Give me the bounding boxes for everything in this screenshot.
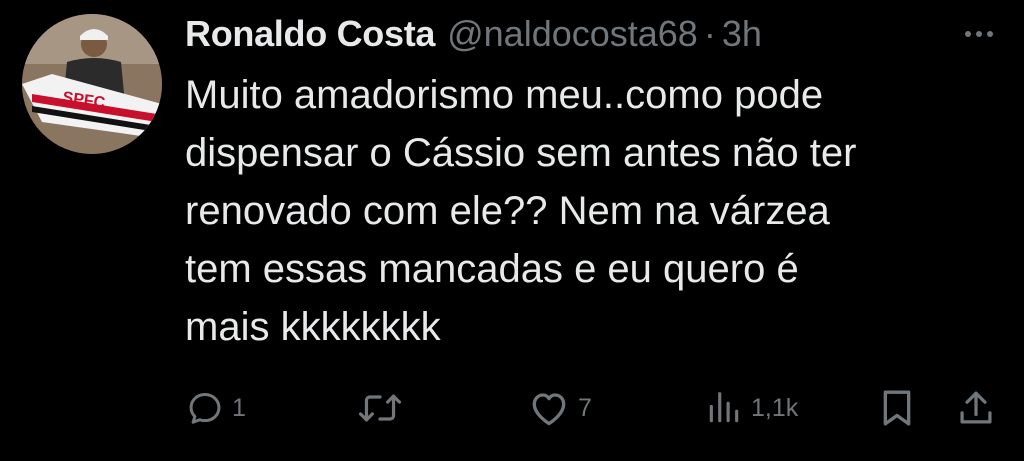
more-icon — [965, 31, 993, 37]
tweet-actions: 1 7 1,1k — [0, 380, 1024, 436]
retweet-button[interactable] — [358, 380, 410, 436]
more-options-button[interactable] — [958, 14, 1000, 54]
tweet-line: mais kkkkkkkk — [185, 305, 441, 349]
tweet-line: renovado com ele?? Nem na várzea — [185, 189, 830, 233]
avatar[interactable]: SPFC — [22, 14, 162, 154]
like-count: 7 — [578, 393, 592, 422]
separator-dot: · — [703, 13, 716, 54]
timestamp[interactable]: 3h — [722, 13, 762, 55]
like-button[interactable]: 7 — [528, 380, 592, 436]
share-button[interactable] — [958, 380, 994, 436]
views-icon — [709, 392, 739, 423]
avatar-image: SPFC — [22, 14, 162, 154]
tweet-line: dispensar o Cássio sem antes não ter — [185, 131, 857, 175]
tweet-header: Ronaldo Costa @naldocosta68 · 3h — [185, 8, 762, 60]
heart-icon — [532, 393, 566, 426]
reply-icon — [189, 393, 221, 424]
views-count: 1,1k — [751, 393, 799, 422]
retweet-icon — [358, 394, 402, 422]
author-handle[interactable]: @naldocosta68 — [447, 13, 698, 55]
reply-count: 1 — [232, 393, 246, 422]
tweet-line: tem essas mancadas e eu quero é — [185, 247, 799, 291]
bookmark-icon — [883, 390, 911, 426]
reply-button[interactable]: 1 — [186, 380, 246, 436]
author-name[interactable]: Ronaldo Costa — [185, 13, 435, 55]
tweet-text: Muito amadorismo meu..como pode dispensa… — [185, 66, 1005, 356]
views-button[interactable]: 1,1k — [705, 380, 798, 436]
share-icon — [960, 391, 992, 424]
bookmark-button[interactable] — [880, 380, 914, 436]
tweet-line: Muito amadorismo meu..como pode — [185, 73, 824, 117]
